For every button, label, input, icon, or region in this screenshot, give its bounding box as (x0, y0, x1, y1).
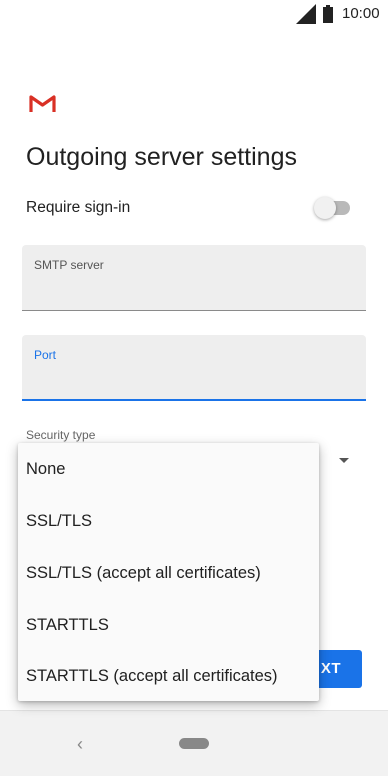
gmail-logo-icon (29, 95, 56, 112)
require-signin-toggle[interactable] (314, 197, 352, 219)
port-input[interactable] (34, 369, 354, 391)
security-type-label: Security type (26, 428, 96, 442)
toggle-thumb (314, 197, 336, 219)
home-icon[interactable] (179, 738, 209, 749)
port-field[interactable]: Port (22, 335, 366, 401)
require-signin-label: Require sign-in (26, 199, 131, 216)
security-option-starttls-accept-all[interactable]: STARTTLS (accept all certificates) (18, 650, 319, 702)
smtp-server-input[interactable] (34, 279, 354, 301)
security-option-starttls[interactable]: STARTTLS (18, 599, 319, 651)
smtp-server-field[interactable]: SMTP server (22, 245, 366, 311)
security-option-ssl-tls[interactable]: SSL/TLS (18, 495, 319, 547)
status-bar: 10:00 (0, 0, 388, 28)
security-type-menu: None SSL/TLS SSL/TLS (accept all certifi… (18, 443, 319, 701)
signal-icon (296, 4, 316, 24)
page-title: Outgoing server settings (26, 143, 297, 171)
navigation-bar: ‹ (0, 710, 388, 776)
battery-icon (323, 5, 333, 23)
port-label: Port (34, 348, 57, 362)
clock: 10:00 (342, 5, 380, 22)
security-option-none[interactable]: None (18, 443, 319, 495)
chevron-down-icon[interactable] (339, 458, 349, 463)
smtp-server-label: SMTP server (34, 258, 104, 272)
screen: 10:00 Outgoing server settings Require s… (0, 0, 388, 776)
security-option-ssl-tls-accept-all[interactable]: SSL/TLS (accept all certificates) (18, 547, 319, 599)
back-icon[interactable]: ‹ (70, 734, 90, 754)
